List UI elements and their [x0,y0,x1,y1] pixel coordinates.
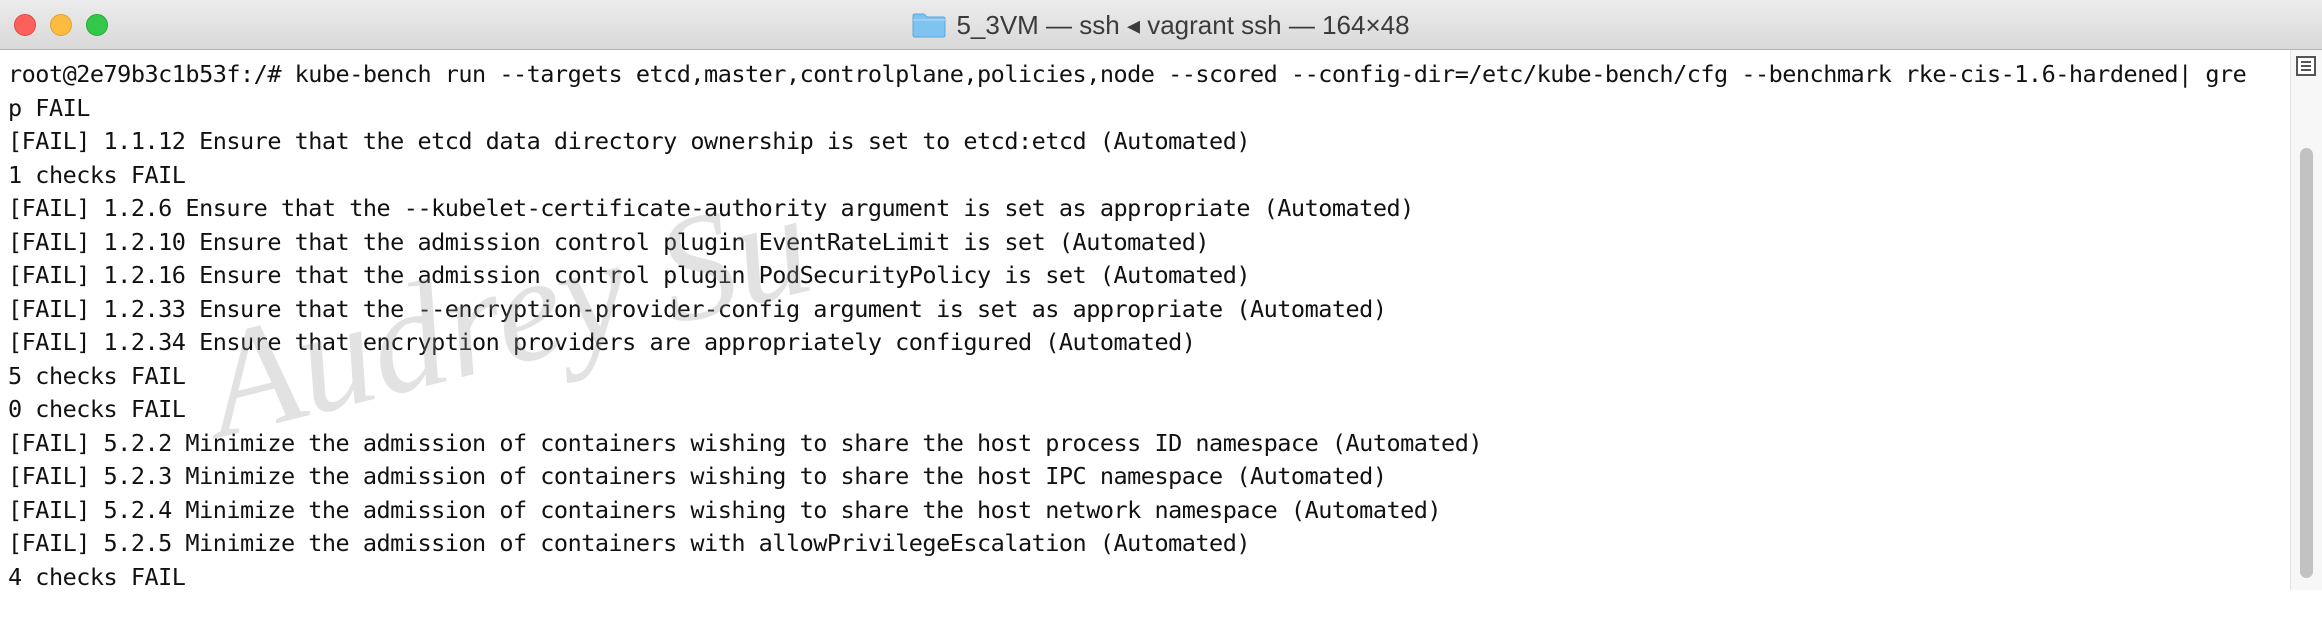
terminal-output[interactable]: root@2e79b3c1b53f:/# kube-bench run --ta… [0,50,2290,591]
title-bar[interactable]: 5_3VM — ssh ◂ vagrant ssh — 164×48 [0,0,2322,50]
folder-icon [912,12,946,38]
split-pane-icon[interactable] [2296,56,2316,76]
terminal-line: [FAIL] 5.2.2 Minimize the admission of c… [8,428,1483,457]
window-title: 5_3VM — ssh ◂ vagrant ssh — 164×48 [956,9,1410,40]
terminal-line: [FAIL] 5.2.3 Minimize the admission of c… [8,462,1387,490]
terminal-line: [FAIL] 1.1.12 Ensure that the etcd data … [8,127,1251,155]
window-title-group: 5_3VM — ssh ◂ vagrant ssh — 164×48 [0,0,2322,50]
terminal-line: 0 checks FAIL [8,395,186,423]
terminal-line: root@2e79b3c1b53f:/# kube-bench run --ta… [8,60,2247,88]
terminal-line: p FAIL [8,93,90,122]
terminal-line: [FAIL] 1.2.10 Ensure that the admission … [8,227,1210,256]
vertical-scrollbar[interactable] [2290,50,2322,590]
terminal-line: [FAIL] 5.2.4 Minimize the admission of c… [8,495,1442,524]
terminal-line: 1 checks FAIL [8,160,186,189]
terminal-line: [FAIL] 1.2.6 Ensure that the --kubelet-c… [8,194,1414,222]
terminal-line: 4 checks FAIL [8,562,186,591]
terminal-line: [FAIL] 1.2.33 Ensure that the --encrypti… [8,294,1387,323]
terminal-line: 5 checks FAIL [8,361,186,390]
terminal-line: [FAIL] 1.2.16 Ensure that the admission … [8,261,1251,289]
terminal-window: 5_3VM — ssh ◂ vagrant ssh — 164×48 root@… [0,0,2322,640]
scroll-thumb[interactable] [2300,148,2313,578]
terminal-line: [FAIL] 5.2.5 Minimize the admission of c… [8,529,1251,557]
terminal-line: [FAIL] 1.2.34 Ensure that encryption pro… [8,328,1196,356]
